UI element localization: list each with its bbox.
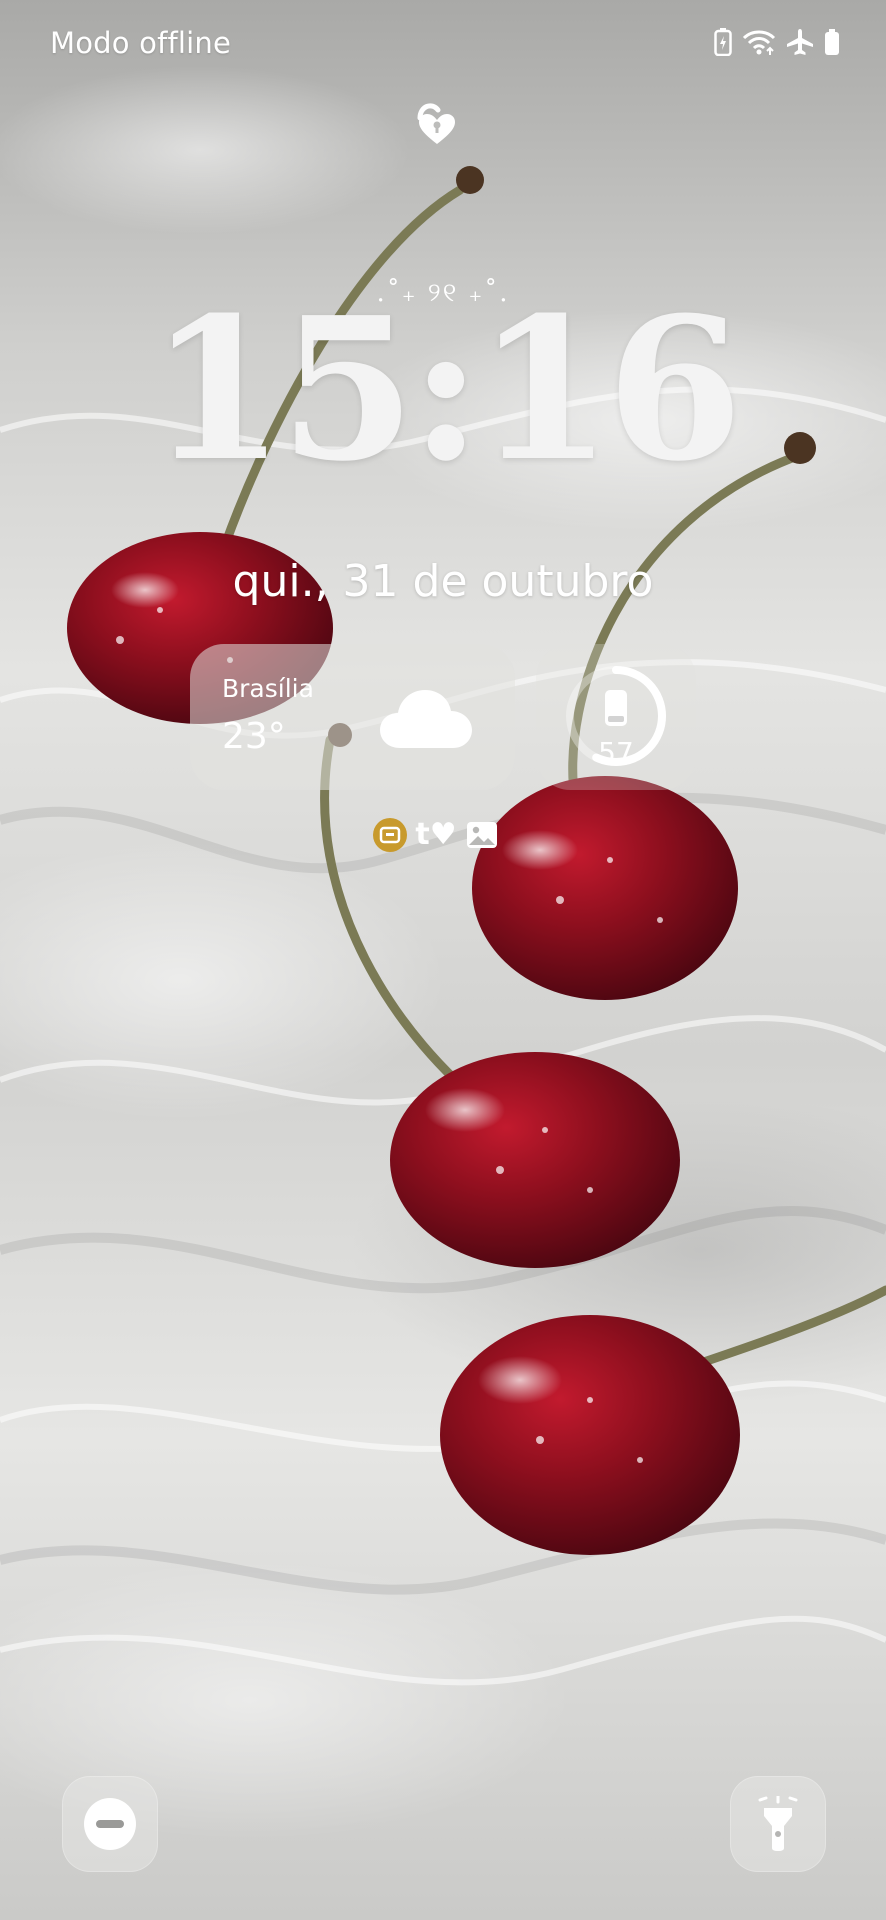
battery-level-value: 57	[598, 736, 634, 769]
battery-icon	[824, 28, 840, 56]
app-notification-icon	[372, 817, 408, 853]
clock-date: qui., 31 de outubro	[232, 556, 654, 607]
wifi-icon	[742, 28, 776, 56]
airplane-mode-icon	[786, 28, 814, 56]
tumblr-icon: t♥	[415, 817, 457, 852]
heart-lock-unlocked-icon[interactable]	[410, 96, 464, 150]
flashlight-icon	[758, 1796, 798, 1851]
gallery-icon	[464, 817, 500, 853]
weather-city: Brasília	[222, 674, 314, 703]
battery-widget[interactable]: 57	[536, 644, 696, 790]
notification-icons: t♥	[372, 816, 500, 854]
battery-saver-icon	[714, 28, 732, 56]
weather-widget[interactable]: Brasília 23°	[190, 644, 515, 790]
clock-time[interactable]: 15:16	[0, 292, 886, 488]
status-bar: Modo offline	[0, 0, 886, 90]
cloud-icon	[380, 690, 472, 748]
weather-temperature: 23°	[222, 716, 286, 757]
do-not-disturb-icon	[84, 1798, 136, 1850]
status-icons	[714, 26, 840, 58]
flashlight-button[interactable]	[730, 1776, 826, 1872]
offline-mode-label: Modo offline	[50, 26, 232, 60]
do-not-disturb-button[interactable]	[62, 1776, 158, 1872]
